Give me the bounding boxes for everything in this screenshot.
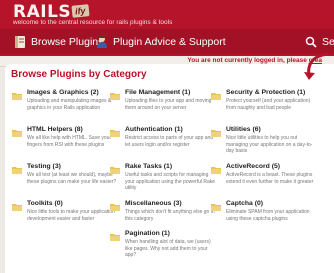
folder-icon: [211, 93, 221, 100]
folder-icon: [211, 167, 221, 174]
category-authentication[interactable]: Authentication (1) Restrict access to pa…: [110, 126, 215, 160]
folder-icon: [110, 93, 120, 100]
nav-browse-plugins[interactable]: Browse Plugins: [14, 33, 103, 50]
nav-plugin-advice[interactable]: Plugin Advice & Support: [96, 33, 226, 50]
category-description: ActiveRecord is a beast. These plugins e…: [226, 172, 314, 185]
category-description: Uploading and manipulating images & grap…: [27, 98, 112, 111]
curved-arrow-icon: [304, 52, 329, 80]
category-title[interactable]: Miscellaneous (3): [125, 200, 182, 207]
category-description: Nice little tools to make your applicati…: [27, 209, 115, 222]
category-description: Protect yourself (and your application) …: [226, 98, 311, 111]
category-description: Nice little utilities to help you out ma…: [226, 135, 313, 154]
category-title[interactable]: HTML Helpers (8): [27, 126, 83, 133]
search-icon: [305, 35, 317, 49]
category-title[interactable]: File Management (1): [125, 89, 190, 96]
category-title[interactable]: Captcha (0): [226, 200, 263, 207]
category-description: We all test (at least we should), maybe …: [27, 172, 117, 185]
category-security-protection[interactable]: Security & Protection (1) Protect yourse…: [211, 89, 316, 123]
folder-icon: [110, 167, 120, 174]
person-icon: [96, 35, 108, 49]
header: RAILS ify welcome to the central resourc…: [0, 0, 334, 56]
main-nav: Browse Plugins Plugin Advice & Support S…: [0, 29, 334, 54]
category-title[interactable]: ActiveRecord (5): [226, 163, 280, 170]
nav-browse-plugins-label: Browse Plugins: [31, 35, 104, 48]
folder-icon: [110, 204, 120, 211]
category-rake-tasks[interactable]: Rake Tasks (1) Useful tasks and scripts …: [110, 163, 215, 197]
category-captcha[interactable]: Captcha (0) Eliminate SPAM from your app…: [211, 200, 316, 234]
category-description: Things which don't fit anything else go …: [125, 209, 215, 222]
folder-icon: [12, 167, 22, 174]
category-description: When handling alot of data, we (users) l…: [125, 239, 211, 258]
category-title[interactable]: Authentication (1): [125, 126, 183, 133]
folder-icon: [211, 130, 221, 137]
site-logo[interactable]: RAILS ify: [13, 1, 93, 21]
page-title: Browse Plugins by Category: [11, 69, 147, 80]
category-title[interactable]: Security & Protection (1): [226, 89, 305, 96]
category-testing[interactable]: Testing (3) We all test (at least we sho…: [12, 163, 117, 197]
category-file-management[interactable]: File Management (1) Uploading files to y…: [110, 89, 215, 123]
category-title[interactable]: Utilities (6): [226, 126, 261, 133]
category-title[interactable]: Images & Graphics (2): [27, 89, 99, 96]
login-status-text: You are not currently logged in, please …: [187, 57, 322, 64]
category-toolkits[interactable]: Toolkits (0) Nice little tools to make y…: [12, 200, 117, 234]
app-window: RAILS ify welcome to the central resourc…: [0, 0, 334, 273]
category-title[interactable]: Toolkits (0): [27, 200, 63, 207]
folder-icon: [110, 130, 120, 137]
category-title[interactable]: Testing (3): [27, 163, 61, 170]
category-html-helpers[interactable]: HTML Helpers (8) We all like help with H…: [12, 126, 117, 160]
site-tagline: welcome to the central resource for rail…: [13, 19, 173, 26]
logo-suffix: ify: [71, 4, 90, 18]
folder-icon: [211, 204, 221, 211]
nav-search-label: Sea: [322, 35, 334, 48]
folder-icon: [110, 234, 120, 241]
category-title[interactable]: Pagination (1): [125, 230, 170, 237]
category-pagination[interactable]: Pagination (1) When handling alot of dat…: [110, 230, 215, 264]
category-images-graphics[interactable]: Images & Graphics (2) Uploading and mani…: [12, 89, 117, 123]
login-status-message: You are not currently logged in, please: [187, 57, 307, 64]
category-description: We all like help with HTML. Save your fi…: [27, 135, 112, 148]
category-description: Uploading files to your app and moving t…: [125, 98, 212, 111]
main-panel: Browse Plugins by Category Images & Grap…: [5, 52, 334, 273]
category-description: Eliminate SPAM from your application usi…: [226, 209, 310, 222]
folder-icon: [12, 130, 22, 137]
book-icon: [14, 35, 26, 49]
category-description: Useful tasks and scripts for managing yo…: [125, 172, 216, 191]
category-activerecord[interactable]: ActiveRecord (5) ActiveRecord is a beast…: [211, 163, 316, 197]
category-utilities[interactable]: Utilities (6) Nice little utilities to h…: [211, 126, 316, 160]
category-miscellaneous[interactable]: Miscellaneous (3) Things which don't fit…: [110, 200, 215, 234]
category-description: Restrict access to parts of your app and…: [125, 135, 214, 148]
nav-plugin-advice-label: Plugin Advice & Support: [113, 35, 226, 48]
category-title[interactable]: Rake Tasks (1): [125, 163, 172, 170]
folder-icon: [12, 204, 22, 211]
nav-search[interactable]: Sea: [305, 33, 334, 50]
folder-icon: [12, 93, 22, 100]
